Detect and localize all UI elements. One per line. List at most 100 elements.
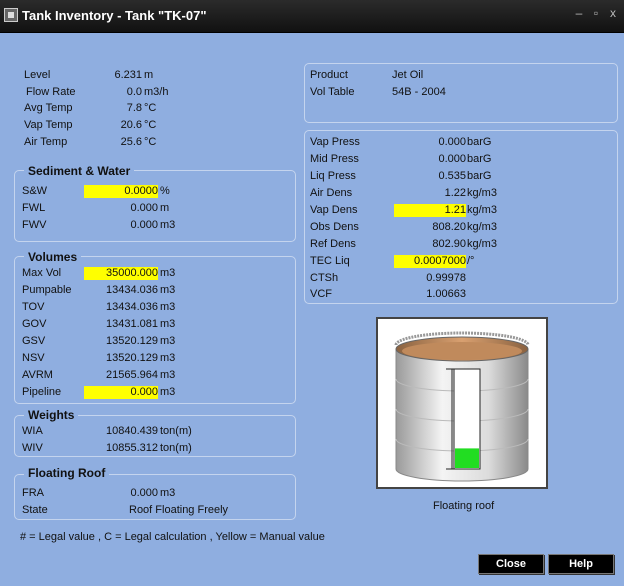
wia-unit: ton(m): [160, 425, 192, 437]
sediment-water-header: Sediment & Water: [24, 164, 135, 178]
fwl-label: FWL: [22, 202, 46, 214]
fwv-unit: m3: [160, 219, 176, 231]
vap-press-value: 0.000: [438, 136, 466, 148]
level-unit: m: [144, 69, 154, 81]
vap-temp-unit: °C: [144, 119, 157, 131]
tank-inventory-window: Tank Inventory - Tank "TK-07" – ▫ x Leve…: [0, 0, 624, 586]
fra-value: 0.000: [130, 487, 158, 499]
fwv-label: FWV: [22, 219, 47, 231]
window-title: Tank Inventory - Tank "TK-07": [22, 8, 207, 23]
avg-temp-value: 7.8: [126, 102, 142, 114]
wiv-label: WIV: [22, 442, 43, 454]
vap-press-unit: barG: [467, 136, 492, 148]
obs-dens-unit: kg/m3: [467, 221, 497, 233]
volumes-header: Volumes: [24, 250, 82, 264]
air-dens-value: 1.22: [444, 187, 466, 199]
tov-value: 13434.036: [106, 301, 158, 313]
fwv-value: 0.000: [130, 219, 158, 231]
product-label: Product: [310, 69, 348, 81]
vap-dens-unit: kg/m3: [467, 204, 497, 216]
tov-unit: m3: [160, 301, 176, 313]
max-vol-unit: m3: [160, 267, 176, 279]
title-bar: Tank Inventory - Tank "TK-07" – ▫ x: [0, 0, 624, 33]
vap-temp-value: 20.6: [120, 119, 142, 131]
avrm-label: AVRM: [22, 369, 53, 381]
wia-value: 10840.439: [106, 425, 158, 437]
pipeline-unit: m3: [160, 386, 176, 398]
avrm-unit: m3: [160, 369, 176, 381]
liq-press-label: Liq Press: [310, 170, 356, 182]
nsv-value: 13520.129: [106, 352, 158, 364]
flow-rate-value: 0.0: [126, 86, 142, 98]
maximize-icon[interactable]: ▫: [589, 6, 603, 20]
pumpable-value: 13434.036: [106, 284, 158, 296]
help-button[interactable]: Help: [548, 554, 614, 574]
avg-temp-label: Avg Temp: [24, 102, 73, 114]
pumpable-unit: m3: [160, 284, 176, 296]
vol-table-label: Vol Table: [310, 86, 355, 98]
flow-rate-label: Flow Rate: [26, 86, 76, 98]
avg-temp-unit: °C: [144, 102, 157, 114]
air-temp-unit: °C: [144, 136, 157, 148]
vap-dens-value[interactable]: 1.21: [394, 204, 466, 217]
gov-value: 13431.081: [106, 318, 158, 330]
obs-dens-value: 808.20: [432, 221, 466, 233]
floating-roof-header: Floating Roof: [24, 466, 110, 480]
max-vol-label: Max Vol: [22, 267, 62, 279]
close-window-icon[interactable]: x: [606, 6, 620, 20]
vap-temp-label: Vap Temp: [24, 119, 73, 131]
mid-press-label: Mid Press: [310, 153, 359, 165]
vcf-label: VCF: [310, 288, 332, 300]
gov-unit: m3: [160, 318, 176, 330]
air-temp-value: 25.6: [120, 136, 142, 148]
nsv-label: NSV: [22, 352, 45, 364]
ctsh-label: CTSh: [310, 272, 339, 284]
pumpable-label: Pumpable: [22, 284, 72, 296]
state-value: Roof Floating Freely: [129, 504, 229, 516]
wiv-unit: ton(m): [160, 442, 192, 454]
tec-liq-value[interactable]: 0.0007000: [394, 255, 466, 268]
air-dens-unit: kg/m3: [467, 187, 497, 199]
flow-rate-unit: m3/h: [144, 86, 169, 98]
tank-illustration: [394, 331, 530, 482]
level-value: 6.231: [114, 69, 142, 81]
wiv-value: 10855.312: [106, 442, 158, 454]
fra-label: FRA: [22, 487, 44, 499]
gsv-unit: m3: [160, 335, 176, 347]
wia-label: WIA: [22, 425, 43, 437]
nsv-unit: m3: [160, 352, 176, 364]
vap-press-label: Vap Press: [310, 136, 360, 148]
ref-dens-value: 802.90: [432, 238, 466, 250]
pipeline-label: Pipeline: [22, 386, 62, 398]
tec-liq-unit: /°: [467, 255, 475, 267]
gsv-label: GSV: [22, 335, 46, 347]
level-gauge-fill: [455, 448, 479, 468]
sw-value[interactable]: 0.0000: [84, 185, 158, 198]
air-temp-label: Air Temp: [24, 136, 68, 148]
pipeline-value[interactable]: 0.000: [84, 386, 158, 399]
minimize-icon[interactable]: –: [572, 6, 586, 20]
vap-dens-label: Vap Dens: [310, 204, 358, 216]
tov-label: TOV: [22, 301, 45, 313]
vol-table-value: 54B - 2004: [392, 86, 446, 98]
legend-text: # = Legal value , C = Legal calculation …: [20, 531, 325, 543]
sw-label: S&W: [22, 185, 48, 197]
tank-caption: Floating roof: [433, 500, 495, 512]
liq-press-unit: barG: [467, 170, 492, 182]
level-label: Level: [24, 69, 51, 81]
air-dens-label: Air Dens: [310, 187, 353, 199]
ctsh-value: 0.99978: [426, 272, 466, 284]
window-app-icon[interactable]: [4, 8, 18, 22]
tec-liq-label: TEC Liq: [310, 255, 350, 267]
tank-graphic: [376, 317, 548, 489]
liq-press-value: 0.535: [438, 170, 466, 182]
vcf-value: 1.00663: [426, 288, 466, 300]
state-label: State: [22, 504, 48, 516]
max-vol-value[interactable]: 35000.000: [84, 267, 158, 280]
ref-dens-label: Ref Dens: [310, 238, 356, 250]
fwl-value: 0.000: [130, 202, 158, 214]
weights-header: Weights: [24, 408, 79, 422]
gov-label: GOV: [22, 318, 47, 330]
close-button[interactable]: Close: [478, 554, 544, 574]
product-value: Jet Oil: [392, 69, 424, 81]
